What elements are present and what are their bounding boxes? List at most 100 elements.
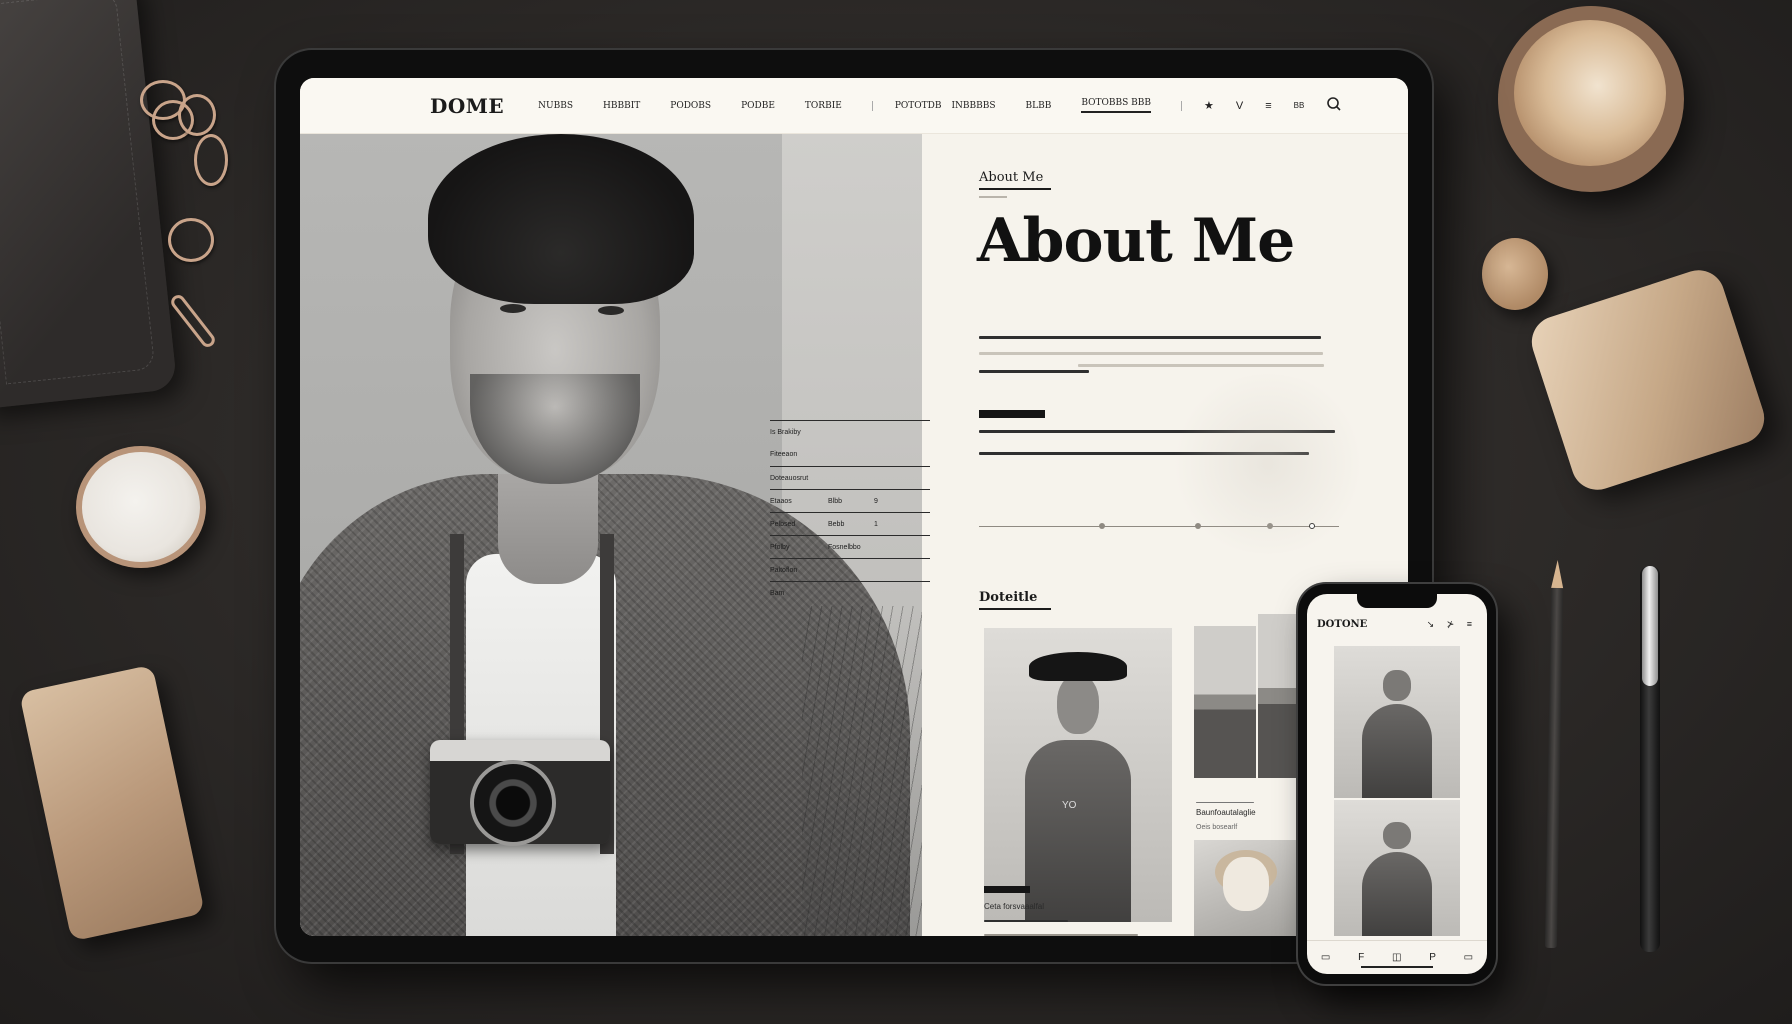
top-navigation: DOME NUBBS HBBBIT PODOBS PODBE TORBIE PO… [300,78,1408,134]
face [1223,857,1269,912]
gallery-caption: Oeis bosearlf [1196,824,1238,831]
timeline-divider [979,523,1339,529]
paper-clip [168,292,218,350]
page-title: About Me [977,206,1295,276]
pencil [1544,587,1564,949]
ceramic-jar [1525,263,1771,497]
info-row: Is Brakiby [770,420,930,443]
footer-accent-bar [984,886,1030,893]
body-text-line [979,452,1309,455]
info-number: 1 [874,520,878,528]
eyebrow-subline [979,196,1007,198]
cork [1482,238,1548,310]
gallery-photo-hat[interactable]: YO [984,628,1172,922]
nav-item-6[interactable]: POTOTDB [895,101,942,111]
info-table: Is Brakiby Fiteeaon Doteauosrut Etaaos Bl… [770,420,930,604]
tab-chat-icon[interactable]: ▭ [1464,952,1473,963]
pen [1640,566,1660,952]
nav-item-9-active[interactable]: BOTOBBS BBB [1081,98,1152,113]
profile-icon[interactable]: BB [1294,101,1305,110]
nav-item-4[interactable]: PODBE [741,101,775,111]
info-key: Is Brakiby [770,428,801,436]
timeline-dot [1099,523,1105,529]
nav-divider [1181,100,1183,111]
intro-text-line [979,336,1321,339]
camera [430,740,610,846]
gallery-caption: Baunfoautalaglie [1196,808,1256,817]
info-value: Bebb [828,520,845,528]
intro-text-line [1078,364,1324,367]
phone-header-icons[interactable]: ↘ ⊁ ≡ [1427,619,1477,630]
info-key: Bam [770,589,785,597]
hat [1029,651,1127,681]
phone-photo-standing[interactable] [1334,800,1460,936]
nav-item-8[interactable]: BLBB [1026,101,1052,111]
tab-f-icon[interactable]: F [1358,952,1364,963]
coffee-cup [1498,6,1684,192]
grass-decoration [802,606,922,936]
section-title: Doteitle [979,590,1051,610]
tab-gallery-icon[interactable]: ◫ [1392,952,1401,963]
intro-text-line [979,370,1089,373]
gallery-divider [1196,802,1254,803]
info-key: Pfolby [770,543,790,551]
body-text-line [979,430,1335,433]
home-indicator [1361,966,1433,968]
about-eyebrow: About Me [979,170,1051,190]
ring [194,134,228,186]
phone-tabbar: ▭ F ◫ P ▭ [1307,940,1487,974]
info-row: Fiteeaon [770,443,930,466]
star-icon[interactable]: ★ [1204,99,1214,112]
info-key: Paltoflon [770,566,798,574]
timeline-dot[interactable] [1309,523,1315,529]
info-row: Bam [770,581,930,604]
nav-item-7[interactable]: INBBBBS [951,101,995,111]
eye [598,306,624,315]
figure-body [1361,703,1433,798]
footer-text-line [984,920,1068,922]
figure-head [1383,821,1411,849]
figure-head [1383,670,1411,701]
phone-logo[interactable]: DOTONE [1317,619,1367,630]
info-row: Pfolby Fosnelbbo [770,535,930,558]
info-number: 9 [874,497,878,505]
info-row: Pelbsed Bebb 1 [770,512,930,535]
site-logo[interactable]: DOME [430,94,504,118]
ring [168,218,214,262]
camera-lens [470,760,556,846]
tablet-screen: DOME NUBBS HBBBIT PODOBS PODBE TORBIE PO… [300,78,1408,936]
footer-caption: Ceta forsvaaalfal [984,902,1045,911]
nav-item-5[interactable]: TORBIE [805,101,842,111]
nav-divider [871,100,873,111]
nav-item-3[interactable]: PODOBS [670,101,711,111]
info-key: Etaaos [770,497,792,505]
figure-hair [428,134,694,304]
phone-photo-portrait[interactable] [1334,646,1460,798]
gallery-photo-portrait[interactable] [1194,840,1298,936]
timeline-dot [1195,523,1201,529]
info-value: Fosnelbbo [828,543,861,551]
gallery-photo-landscape[interactable] [1194,626,1256,778]
v-icon[interactable]: V [1236,100,1243,112]
footer-text-line [984,934,1138,936]
tab-home-icon[interactable]: ▭ [1321,952,1330,963]
nav-item-2[interactable]: HBBBIT [603,101,640,111]
tab-p-icon[interactable]: P [1429,952,1436,963]
timeline-dot [1267,523,1273,529]
figure-head [1057,675,1099,734]
info-key: Doteauosrut [770,474,809,482]
eye [500,304,526,313]
info-row: Etaaos Blbb 9 [770,489,930,512]
nav-item-1[interactable]: NUBBS [538,101,573,111]
search-icon[interactable] [1326,96,1342,115]
phone-screen: DOTONE ↘ ⊁ ≡ ▭ F ◫ P ▭ [1307,594,1487,974]
figure-body [1025,739,1131,922]
info-key: Fiteeaon [770,451,798,458]
figure-body [1361,851,1433,936]
figure-beard [470,374,640,484]
menu-icon[interactable]: ≡ [1265,100,1271,112]
figure-neck [498,474,598,584]
leather-notebook [0,0,178,410]
intro-text-line [979,352,1323,355]
tee-text: YO [1062,800,1077,811]
